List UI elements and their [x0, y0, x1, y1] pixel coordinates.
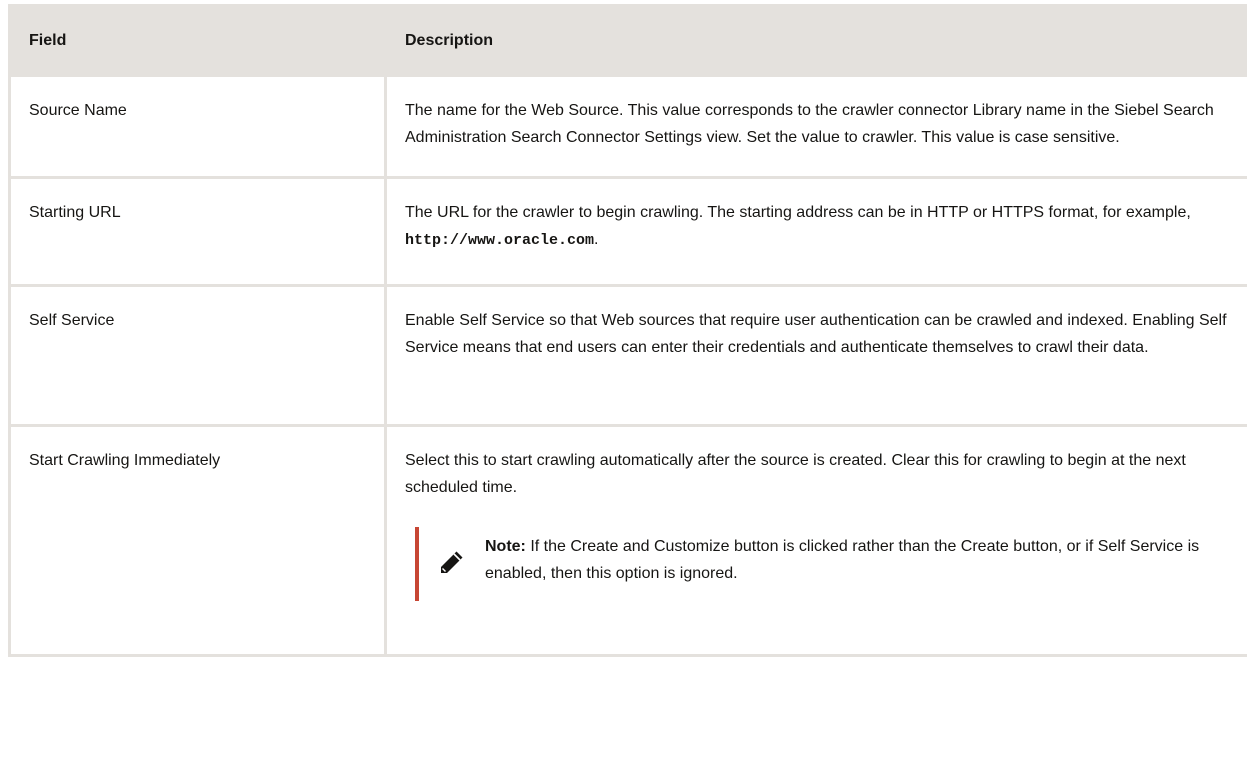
table-header-row: Field Description — [8, 4, 1247, 77]
fields-table: Field Description Source Name The name f… — [8, 4, 1247, 657]
description-cell: Enable Self Service so that Web sources … — [384, 284, 1247, 427]
field-cell: Source Name — [8, 74, 387, 179]
table-row: Self Service Enable Self Service so that… — [8, 284, 1247, 427]
description-text: The URL for the crawler to begin crawlin… — [405, 204, 1191, 221]
field-cell: Start Crawling Immediately — [8, 424, 387, 657]
pencil-icon — [437, 549, 465, 577]
table-row: Source Name The name for the Web Source.… — [8, 74, 1247, 179]
note-body: If the Create and Customize button is cl… — [485, 538, 1200, 582]
description-text: Select this to start crawling automatica… — [405, 452, 1186, 496]
description-cell: The URL for the crawler to begin crawlin… — [384, 176, 1247, 287]
note-callout: Note: If the Create and Customize button… — [415, 527, 1229, 601]
field-cell: Starting URL — [8, 176, 387, 287]
description-suffix: . — [594, 231, 599, 248]
header-description: Description — [384, 4, 1247, 77]
table-row: Start Crawling Immediately Select this t… — [8, 424, 1247, 657]
url-code: http://www.oracle.com — [405, 232, 595, 249]
note-text: Note: If the Create and Customize button… — [485, 529, 1229, 587]
document-page: Field Description Source Name The name f… — [0, 0, 1247, 759]
description-cell: Select this to start crawling automatica… — [384, 424, 1247, 657]
table-row: Starting URL The URL for the crawler to … — [8, 176, 1247, 287]
description-cell: The name for the Web Source. This value … — [384, 74, 1247, 179]
field-cell: Self Service — [8, 284, 387, 427]
header-field: Field — [8, 4, 387, 77]
note-label: Note: — [485, 538, 526, 555]
